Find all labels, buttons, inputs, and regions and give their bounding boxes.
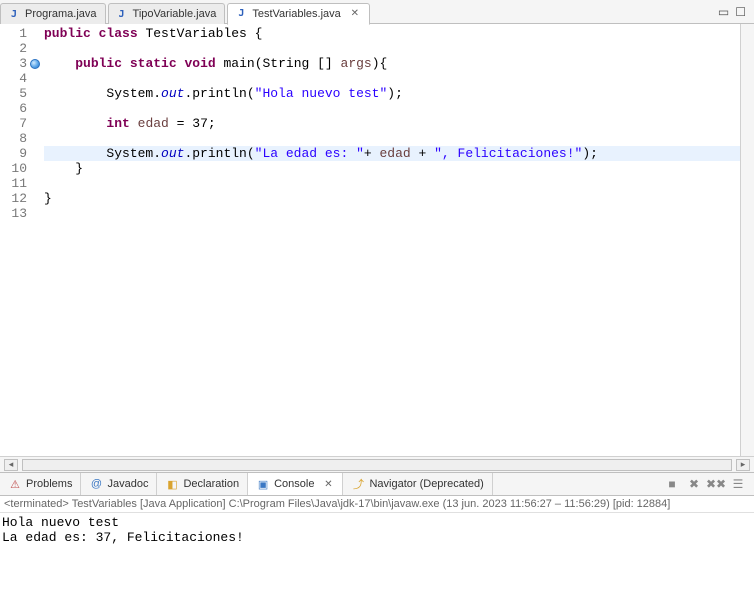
view-tab-label: Declaration	[183, 478, 239, 490]
line-number: 13	[0, 206, 27, 221]
close-icon[interactable]: ✕	[349, 8, 361, 20]
code-line[interactable]: System.out.println("La edad es: "+ edad …	[44, 146, 740, 161]
editor-tab-label: TipoVariable.java	[133, 8, 217, 20]
view-tab-label: Javadoc	[107, 478, 148, 490]
terminate-icon[interactable]: ■	[664, 476, 680, 492]
code-line[interactable]	[44, 131, 740, 146]
view-tab-icon: @	[89, 477, 103, 491]
run-marker-icon[interactable]	[30, 59, 40, 69]
view-tab-icon: ⚠	[8, 477, 22, 491]
line-number-gutter: 12345678910111213	[0, 24, 28, 456]
code-line[interactable]	[44, 101, 740, 116]
remove-all-icon[interactable]: ✖✖	[708, 476, 724, 492]
scroll-left-icon[interactable]: ◂	[4, 459, 18, 471]
view-tab[interactable]: ⤴ Navigator (Deprecated)	[343, 473, 492, 495]
line-number: 7	[0, 116, 27, 131]
code-line[interactable]: int edad = 37;	[44, 116, 740, 131]
marker-cell	[28, 191, 42, 206]
marker-cell	[28, 146, 42, 161]
marker-cell	[28, 101, 42, 116]
marker-cell	[28, 161, 42, 176]
line-number: 12	[0, 191, 27, 206]
source-code[interactable]: public class TestVariables { public stat…	[42, 24, 740, 456]
line-number: 11	[0, 176, 27, 191]
code-line[interactable]: public class TestVariables {	[44, 26, 740, 41]
view-tab-icon: ◧	[165, 477, 179, 491]
marker-cell	[28, 86, 42, 101]
code-line[interactable]: }	[44, 191, 740, 206]
editor-tab-label: Programa.java	[25, 8, 97, 20]
view-tab[interactable]: ⚠ Problems	[0, 473, 81, 495]
code-line[interactable]: }	[44, 161, 740, 176]
editor-tab[interactable]: J TipoVariable.java	[108, 3, 226, 25]
code-line[interactable]	[44, 71, 740, 86]
code-line[interactable]: public static void main(String [] args){	[44, 56, 740, 71]
marker-cell	[28, 176, 42, 191]
editor-toolbar-right: ▭ ☐	[718, 5, 754, 19]
editor-tabs: J Programa.java J TipoVariable.java J TestVar…	[0, 0, 754, 24]
minimize-icon[interactable]: ▭	[718, 5, 729, 19]
line-number: 8	[0, 131, 27, 146]
view-tab[interactable]: ◧ Declaration	[157, 473, 248, 495]
marker-cell	[28, 26, 42, 41]
marker-cell	[28, 116, 42, 131]
line-number: 10	[0, 161, 27, 176]
scroll-right-icon[interactable]: ▸	[736, 459, 750, 471]
view-tab-label: Navigator (Deprecated)	[369, 478, 483, 490]
view-tab-icon: ⤴	[351, 477, 365, 491]
editor-tab-label: TestVariables.java	[252, 8, 340, 20]
line-number: 4	[0, 71, 27, 86]
line-number: 9	[0, 146, 27, 161]
line-number: 2	[0, 41, 27, 56]
close-icon[interactable]: ✕	[322, 478, 334, 490]
java-file-icon: J	[234, 7, 248, 21]
overview-ruler	[740, 24, 754, 456]
scroll-track[interactable]	[22, 459, 732, 471]
view-tab[interactable]: ▣ Console ✕	[248, 473, 343, 495]
marker-cell	[28, 71, 42, 86]
code-line[interactable]	[44, 41, 740, 56]
console-status-prefix: <terminated>	[4, 498, 72, 510]
marker-column	[28, 24, 42, 456]
console-status: <terminated> TestVariables [Java Applica…	[0, 496, 754, 513]
view-tab-icon: ▣	[256, 477, 270, 491]
line-number: 1	[0, 26, 27, 41]
code-line[interactable]: System.out.println("Hola nuevo test");	[44, 86, 740, 101]
horizontal-scrollbar[interactable]: ◂ ▸	[0, 456, 754, 472]
console-menu-icon[interactable]: ☰	[730, 476, 746, 492]
java-file-icon: J	[115, 7, 129, 21]
code-line[interactable]	[44, 206, 740, 221]
marker-cell	[28, 131, 42, 146]
view-tab-label: Console	[274, 478, 314, 490]
remove-launch-icon[interactable]: ✖	[686, 476, 702, 492]
line-number: 3	[0, 56, 27, 71]
marker-cell	[28, 56, 42, 71]
maximize-icon[interactable]: ☐	[735, 5, 746, 19]
view-tabs: ⚠ Problems @ Javadoc ◧ Declaration ▣ Console ✕ ⤴ N…	[0, 472, 754, 496]
code-editor[interactable]: 12345678910111213 public class TestVaria…	[0, 24, 754, 456]
marker-cell	[28, 206, 42, 221]
console-status-main: TestVariables [Java Application] C:\Prog…	[72, 498, 671, 510]
line-number: 6	[0, 101, 27, 116]
marker-cell	[28, 41, 42, 56]
java-file-icon: J	[7, 7, 21, 21]
console-output[interactable]: Hola nuevo test La edad es: 37, Felicita…	[0, 513, 754, 547]
line-number: 5	[0, 86, 27, 101]
editor-tab[interactable]: J Programa.java	[0, 3, 106, 25]
code-line[interactable]	[44, 176, 740, 191]
view-tab-label: Problems	[26, 478, 72, 490]
editor-tab[interactable]: J TestVariables.java ✕	[227, 3, 369, 25]
view-tab[interactable]: @ Javadoc	[81, 473, 157, 495]
console-toolbar: ■ ✖ ✖✖ ☰	[664, 476, 754, 492]
